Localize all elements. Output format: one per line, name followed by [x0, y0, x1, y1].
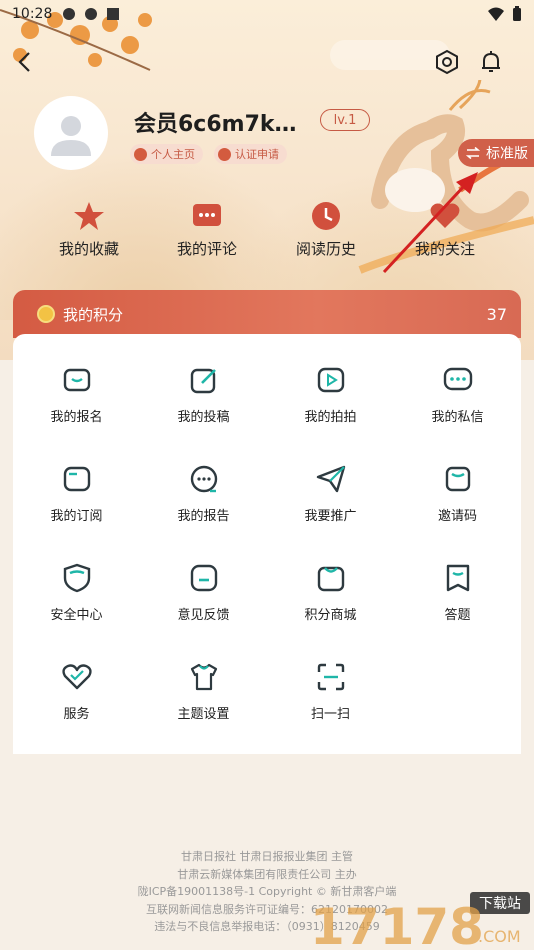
- menu-item[interactable]: 我的投稿: [140, 364, 267, 425]
- status-time: 10:28: [12, 6, 53, 22]
- back-icon[interactable]: [14, 50, 38, 74]
- edit-icon: [190, 368, 216, 394]
- menu-item-label: 主题设置: [177, 707, 230, 722]
- version-switch-button[interactable]: 标准版: [458, 139, 534, 167]
- wifi-icon: [488, 7, 504, 21]
- site-watermark: 下载站 17178 .COM: [310, 892, 530, 950]
- footer-line: 甘肃云新媒体集团有限责任公司 主办: [177, 867, 357, 881]
- invite-icon: [445, 466, 470, 492]
- menu-item-label: 邀请码: [437, 509, 477, 524]
- home-icon: [134, 147, 147, 161]
- annotation-arrow: [382, 172, 478, 274]
- menu-item[interactable]: 我要推广: [267, 463, 394, 524]
- menu-item[interactable]: 主题设置: [140, 661, 267, 722]
- chat-icon: [443, 367, 472, 391]
- menu-item[interactable]: 我的报告: [140, 463, 267, 524]
- menu-item-label: 我的私信: [431, 410, 484, 425]
- menu-item[interactable]: 积分商城: [267, 562, 394, 623]
- quick-action-history[interactable]: 阅读历史: [271, 200, 381, 259]
- app-notification-icon: [84, 7, 98, 21]
- menu-item[interactable]: 我的拍拍: [267, 364, 394, 425]
- comment-icon: [193, 204, 221, 226]
- footer-line: 甘肃日报社 甘肃日报报业集团 主管: [181, 850, 353, 863]
- points-value: 37: [486, 304, 507, 324]
- menu-item[interactable]: 我的订阅: [13, 463, 140, 524]
- quiz-icon: [446, 564, 469, 592]
- clock-icon: [312, 202, 340, 230]
- shield-icon: [63, 563, 90, 593]
- avatar[interactable]: [34, 96, 108, 170]
- user-avatar-icon: [51, 116, 91, 156]
- svg-text:.COM: .COM: [478, 927, 521, 946]
- app-notification-icon: [62, 7, 76, 21]
- menu-item[interactable]: 邀请码: [394, 463, 521, 524]
- quick-action-comments[interactable]: 我的评论: [152, 200, 262, 259]
- personal-homepage-tag[interactable]: 个人主页: [130, 144, 203, 164]
- menu-item-label: 答题: [444, 608, 471, 623]
- menu-item-label: 我的报告: [177, 509, 230, 524]
- level-badge: lv.1: [320, 109, 370, 131]
- points-bar[interactable]: 我的积分 37: [13, 290, 521, 338]
- scan-icon: [317, 663, 344, 691]
- certification-tag[interactable]: 认证申请: [214, 144, 287, 164]
- menu-item-label: 意见反馈: [177, 608, 230, 623]
- coin-icon: [37, 305, 55, 323]
- play-icon: [317, 367, 344, 393]
- menu-item[interactable]: 答题: [394, 562, 521, 623]
- bell-icon[interactable]: [478, 49, 504, 75]
- status-bar: 10:28: [0, 0, 534, 28]
- battery-icon: [513, 6, 521, 21]
- points-label: 我的积分: [63, 305, 124, 324]
- menu-item-label: 我要推广: [304, 509, 357, 524]
- svg-text:17178: 17178: [310, 898, 484, 950]
- settings-icon[interactable]: [434, 49, 460, 75]
- menu-item-label: 扫一扫: [310, 707, 350, 722]
- report-icon: [190, 465, 217, 493]
- menu-item-label: 安全中心: [50, 608, 103, 623]
- menu-card: 我的报名 我的投稿 我的拍拍 我的私信我的订阅 我的报告 我要推广 邀请码安全中心 意见反馈 积…: [13, 334, 521, 754]
- heart-icon: [61, 664, 92, 690]
- menu-item[interactable]: 扫一扫: [267, 661, 394, 722]
- send-icon: [316, 465, 345, 493]
- menu-item-label: 服务: [63, 707, 90, 722]
- menu-item-label: 我的报名: [50, 410, 103, 425]
- feedback-icon: [190, 564, 217, 592]
- svg-text:下载站: 下载站: [479, 896, 521, 912]
- menu-item-label: 积分商城: [304, 608, 357, 623]
- quick-action-favorites[interactable]: 我的收藏: [34, 200, 144, 259]
- app-notification-icon: [106, 7, 120, 21]
- menu-item[interactable]: 我的私信: [394, 364, 521, 425]
- menu-item[interactable]: 意见反馈: [140, 562, 267, 623]
- menu-item-label: 我的拍拍: [304, 410, 357, 425]
- certificate-icon: [218, 147, 231, 161]
- shop-icon: [317, 566, 344, 592]
- menu-item-label: 我的投稿: [177, 410, 230, 425]
- menu-item-label: 我的订阅: [50, 509, 103, 524]
- screen-icon: [63, 368, 90, 392]
- star-icon: [74, 202, 104, 230]
- shirt-icon: [190, 663, 217, 691]
- menu-item[interactable]: 安全中心: [13, 562, 140, 623]
- menu-item[interactable]: 服务: [13, 661, 140, 722]
- menu-item[interactable]: 我的报名: [13, 364, 140, 425]
- switch-arrows-icon: [466, 147, 480, 159]
- subscribe-icon: [63, 466, 90, 492]
- username: 会员6c6m7k…: [134, 112, 297, 137]
